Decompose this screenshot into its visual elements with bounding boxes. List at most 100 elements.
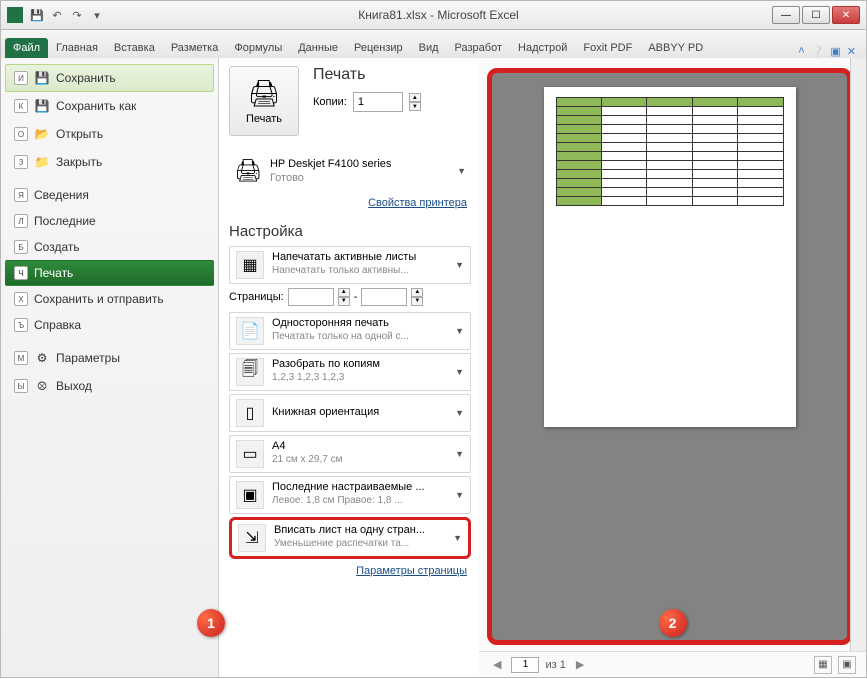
- sidebar-item-print[interactable]: Ч Печать: [5, 260, 214, 286]
- backstage-view: И 💾 Сохранить К 💾 Сохранить как О 📂 Откр…: [0, 58, 867, 678]
- callout-1: 1: [197, 609, 225, 637]
- sidebar-item-close[interactable]: З 📁 Закрыть: [5, 148, 214, 176]
- sidebar-item-info[interactable]: Я Сведения: [5, 182, 214, 208]
- tab-layout[interactable]: Разметка: [163, 38, 227, 58]
- window-titlebar: 💾 ↶ ↷ ▾ Книга81.xlsx - Microsoft Excel —…: [0, 0, 867, 30]
- minimize-button[interactable]: —: [772, 6, 800, 24]
- saveas-icon: 💾: [34, 98, 50, 114]
- key-hint: К: [14, 99, 28, 113]
- opt-print-sheets[interactable]: ▦ Напечатать активные листыНапечатать то…: [229, 246, 471, 284]
- settings-heading: Настройка: [229, 223, 471, 240]
- printer-selector[interactable]: 🖨 HP Deskjet F4100 series Готово ▼: [229, 152, 471, 191]
- sidebar-label: Сохранить как: [56, 99, 136, 113]
- printer-status: Готово: [270, 171, 449, 185]
- print-preview-panel: 2 ◀ из 1 ▶ ▦ ▣: [479, 58, 866, 677]
- ribbon-tabs: Файл Главная Вставка Разметка Формулы Да…: [0, 30, 867, 58]
- page-to-spinner[interactable]: ▲▼: [411, 288, 423, 306]
- sidebar-label: Последние: [34, 214, 96, 228]
- chevron-down-icon: ▼: [455, 490, 464, 500]
- sidebar-label: Создать: [34, 240, 80, 254]
- print-button-label: Печать: [246, 113, 282, 125]
- preview-highlight-frame: [487, 68, 852, 645]
- sidebar-label: Печать: [34, 266, 73, 280]
- margins-icon: ▣: [236, 481, 264, 509]
- sidebar-label: Сведения: [34, 188, 89, 202]
- qat-undo-icon[interactable]: ↶: [49, 7, 65, 23]
- tab-addins[interactable]: Надстрой: [510, 38, 575, 58]
- tab-home[interactable]: Главная: [48, 38, 106, 58]
- copies-spinner[interactable]: ▲▼: [409, 93, 421, 111]
- open-icon: 📂: [34, 126, 50, 142]
- save-icon: 💾: [34, 70, 50, 86]
- tab-view[interactable]: Вид: [411, 38, 447, 58]
- key-hint: Ъ: [14, 318, 28, 332]
- callout-2: 2: [659, 609, 687, 637]
- close-button[interactable]: ✕: [832, 6, 860, 24]
- qat-dropdown-icon[interactable]: ▾: [89, 7, 105, 23]
- preview-page: [544, 87, 796, 427]
- tab-file[interactable]: Файл: [5, 38, 48, 58]
- qat-save-icon[interactable]: 💾: [29, 7, 45, 23]
- app-icon: [7, 7, 23, 23]
- page-current-input[interactable]: [511, 657, 539, 673]
- opt-orientation[interactable]: ▯ Книжная ориентация ▼: [229, 394, 471, 432]
- sidebar-item-exit[interactable]: Ы ⮾ Выход: [5, 372, 214, 400]
- chevron-down-icon: ▼: [453, 533, 462, 543]
- qat-redo-icon[interactable]: ↷: [69, 7, 85, 23]
- sidebar-item-new[interactable]: Б Создать: [5, 234, 214, 260]
- sidebar-item-saveas[interactable]: К 💾 Сохранить как: [5, 92, 214, 120]
- sidebar-label: Открыть: [56, 127, 103, 141]
- printer-properties-link[interactable]: Свойства принтера: [229, 197, 467, 209]
- opt-collate[interactable]: 🗐 Разобрать по копиям1,2,3 1,2,3 1,2,3 ▼: [229, 353, 471, 391]
- preview-navigation: ◀ из 1 ▶ ▦ ▣: [479, 651, 866, 677]
- chevron-down-icon: ▼: [455, 260, 464, 270]
- sidebar-item-save[interactable]: И 💾 Сохранить: [5, 64, 214, 92]
- key-hint: З: [14, 155, 28, 169]
- opt-fit-to-page[interactable]: ⇲ Вписать лист на одну стран...Уменьшени…: [229, 517, 471, 559]
- preview-scrollbar[interactable]: [850, 58, 866, 651]
- zoom-to-page-button[interactable]: ▣: [838, 656, 856, 674]
- opt-page-size[interactable]: ▭ A421 см x 29,7 см ▼: [229, 435, 471, 473]
- chevron-down-icon: ▼: [457, 166, 466, 176]
- pages-label: Страницы:: [229, 291, 284, 303]
- tab-abbyy[interactable]: ABBYY PD: [640, 38, 711, 58]
- sidebar-item-share[interactable]: Х Сохранить и отправить: [5, 286, 214, 312]
- show-margins-button[interactable]: ▦: [814, 656, 832, 674]
- tab-review[interactable]: Рецензир: [346, 38, 411, 58]
- fit-icon: ⇲: [238, 524, 266, 552]
- key-hint: Б: [14, 240, 28, 254]
- sidebar-item-open[interactable]: О 📂 Открыть: [5, 120, 214, 148]
- window-restore-icon[interactable]: ▣: [830, 45, 840, 58]
- copies-input[interactable]: [353, 92, 403, 112]
- tab-formulas[interactable]: Формулы: [226, 38, 290, 58]
- print-button[interactable]: 🖨 Печать: [229, 66, 299, 136]
- help-icon[interactable]: ❔: [811, 45, 825, 58]
- page-setup-link[interactable]: Параметры страницы: [229, 565, 467, 577]
- page-to-input[interactable]: [361, 288, 407, 306]
- tab-foxit[interactable]: Foxit PDF: [575, 38, 640, 58]
- sidebar-item-help[interactable]: Ъ Справка: [5, 312, 214, 338]
- key-hint: О: [14, 127, 28, 141]
- chevron-down-icon: ▼: [455, 408, 464, 418]
- page-from-input[interactable]: [288, 288, 334, 306]
- sidebar-item-options[interactable]: М ⚙ Параметры: [5, 344, 214, 372]
- opt-margins[interactable]: ▣ Последние настраиваемые ...Левое: 1,8 …: [229, 476, 471, 514]
- pagesize-icon: ▭: [236, 440, 264, 468]
- page-from-spinner[interactable]: ▲▼: [338, 288, 350, 306]
- prev-page-button[interactable]: ◀: [489, 658, 505, 671]
- key-hint: Ы: [14, 379, 28, 393]
- tab-insert[interactable]: Вставка: [106, 38, 163, 58]
- sidebar-item-recent[interactable]: Л Последние: [5, 208, 214, 234]
- chevron-down-icon: ▼: [455, 367, 464, 377]
- key-hint: Ч: [14, 266, 28, 280]
- key-hint: Я: [14, 188, 28, 202]
- maximize-button[interactable]: ☐: [802, 6, 830, 24]
- doc-close-icon[interactable]: ✕: [847, 45, 856, 58]
- tab-developer[interactable]: Разработ: [447, 38, 510, 58]
- sheets-icon: ▦: [236, 251, 264, 279]
- next-page-button[interactable]: ▶: [572, 658, 588, 671]
- sidebar-label: Выход: [56, 379, 92, 393]
- opt-sides[interactable]: 📄 Односторонняя печатьПечатать только на…: [229, 312, 471, 350]
- minimize-ribbon-icon[interactable]: ˄: [798, 45, 804, 58]
- tab-data[interactable]: Данные: [290, 38, 346, 58]
